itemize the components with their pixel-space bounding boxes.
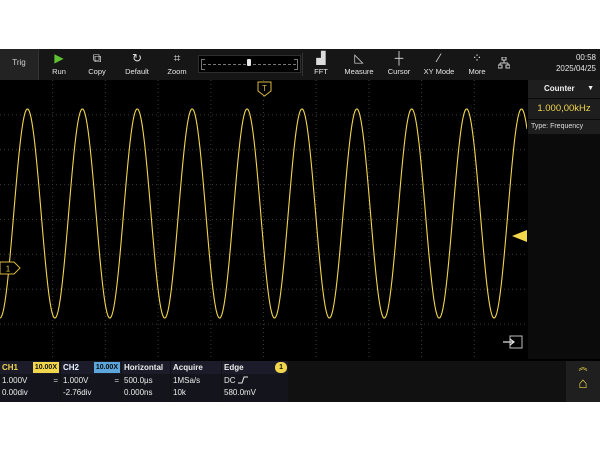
copy-button[interactable]: ⧉ Copy bbox=[80, 49, 114, 80]
ch1-coupling-icon: = bbox=[53, 376, 58, 385]
ch2-probe-badge: 10.00X bbox=[93, 362, 120, 373]
slider-right-bracket bbox=[294, 59, 298, 70]
chevron-down-icon: ▼ bbox=[587, 85, 594, 92]
ch2-header: CH2 10.00X bbox=[61, 361, 121, 374]
ch1-reference-marker[interactable]: 1 bbox=[0, 261, 21, 275]
waveform-canvas: T 1 2 bbox=[0, 80, 527, 359]
ch1-settings[interactable]: CH1 10.00X 1.000V = 0.00div bbox=[0, 361, 60, 402]
zoom-icon: ⌗ bbox=[173, 51, 181, 65]
copy-label: Copy bbox=[88, 67, 106, 76]
acquire-header: Acquire bbox=[171, 361, 221, 374]
trig-button[interactable]: Trig bbox=[0, 49, 39, 80]
ch2-coupling-icon: = bbox=[114, 376, 119, 385]
ch2-settings[interactable]: CH2 10.00X 1.000V = -2.76div bbox=[61, 361, 121, 402]
waveform-display[interactable]: T 1 2 bbox=[0, 80, 527, 359]
horizontal-timebase: 500.0µs bbox=[124, 376, 153, 385]
fft-button[interactable]: ▟ FFT bbox=[304, 49, 338, 80]
clock: 00:58 2025/04/25 bbox=[556, 52, 596, 74]
refresh-icon: ↻ bbox=[131, 51, 143, 65]
measure-icon: ◺ bbox=[354, 51, 364, 65]
more-label: More bbox=[468, 67, 486, 76]
horizontal-settings[interactable]: Horizontal 500.0µs 0.000ns bbox=[122, 361, 170, 402]
default-label: Default bbox=[125, 67, 149, 76]
counter-title: Counter bbox=[544, 84, 575, 93]
trigger-settings[interactable]: Edge 1 DC 580.0mV bbox=[222, 361, 288, 402]
grid bbox=[0, 80, 527, 359]
fft-icon: ▟ bbox=[316, 51, 326, 65]
clock-date: 2025/04/25 bbox=[555, 64, 596, 73]
xy-icon: ⁄ bbox=[437, 51, 440, 65]
trigger-coupling: DC bbox=[224, 376, 236, 385]
copy-icon: ⧉ bbox=[92, 51, 102, 65]
cursor-label: Cursor bbox=[387, 67, 411, 76]
run-label: Run bbox=[52, 67, 66, 76]
more-button[interactable]: ⁘ More bbox=[460, 49, 494, 80]
exit-icon[interactable] bbox=[503, 335, 523, 349]
fft-label: FFT bbox=[314, 67, 328, 76]
ch2-name: CH2 bbox=[63, 363, 80, 372]
oscilloscope-screen: Trig ▶ Run ⧉ Copy ↻ Default ⌗ Zoom ▟ FFT bbox=[0, 49, 600, 402]
toolbar-divider bbox=[302, 53, 303, 76]
xy-mode-button[interactable]: ⁄ XY Mode bbox=[420, 49, 458, 80]
acquire-rate: 1MSa/s bbox=[173, 376, 201, 385]
measure-button[interactable]: ◺ Measure bbox=[340, 49, 378, 80]
ch1-offset: 0.00div bbox=[2, 388, 28, 397]
rising-edge-icon bbox=[237, 376, 248, 385]
counter-dropdown[interactable]: Counter ▼ bbox=[528, 80, 600, 98]
counter-type: Type: Frequency bbox=[528, 120, 600, 134]
default-button[interactable]: ↻ Default bbox=[118, 49, 156, 80]
trigger-header: Edge 1 bbox=[222, 361, 288, 374]
more-icon: ⁘ bbox=[471, 51, 483, 65]
ch1-marker-label: 1 bbox=[6, 265, 11, 274]
zoom-label: Zoom bbox=[167, 67, 187, 76]
ch1-header: CH1 10.00X bbox=[0, 361, 60, 374]
trigger-position-marker[interactable]: T bbox=[257, 81, 272, 97]
home-icon: ⌂ bbox=[578, 375, 588, 392]
acquire-depth: 10k bbox=[173, 388, 186, 397]
zoom-button[interactable]: ⌗ Zoom bbox=[160, 49, 194, 80]
ch2-scale: 1.000V bbox=[63, 376, 89, 385]
slider-handle[interactable] bbox=[247, 59, 251, 66]
clock-time: 00:58 bbox=[575, 53, 596, 62]
counter-value: 1.000,00kHz bbox=[528, 99, 600, 119]
cursor-icon: ┼ bbox=[394, 51, 404, 65]
horizontal-header: Horizontal bbox=[122, 361, 170, 374]
side-panel: Counter ▼ 1.000,00kHz Type: Frequency bbox=[528, 80, 600, 359]
ch1-scale: 1.000V bbox=[2, 376, 28, 385]
timebase-position-slider[interactable] bbox=[198, 55, 301, 73]
top-toolbar: Trig ▶ Run ⧉ Copy ↻ Default ⌗ Zoom ▟ FFT bbox=[0, 49, 600, 80]
trigger-marker-label: T bbox=[262, 84, 267, 93]
horizontal-delay: 0.000ns bbox=[124, 388, 153, 397]
ch1-probe-badge: 10.00X bbox=[32, 362, 59, 373]
bottom-status-bar: CH1 10.00X 1.000V = 0.00div CH2 10.00X 1… bbox=[0, 361, 600, 402]
cursor-button[interactable]: ┼ Cursor bbox=[380, 49, 418, 80]
home-button[interactable]: ︽ ⌂ bbox=[566, 361, 600, 402]
chevron-up-icon: ︽ bbox=[578, 362, 588, 372]
play-icon: ▶ bbox=[54, 51, 64, 65]
run-button[interactable]: ▶ Run bbox=[44, 49, 74, 80]
ch2-offset: -2.76div bbox=[63, 388, 92, 397]
measure-label: Measure bbox=[344, 67, 374, 76]
trigger-mode: Edge bbox=[224, 363, 244, 372]
xy-mode-label: XY Mode bbox=[423, 67, 455, 76]
trigger-source-badge: 1 bbox=[275, 362, 287, 373]
acquire-settings[interactable]: Acquire 1MSa/s 10k bbox=[171, 361, 221, 402]
trigger-level: 580.0mV bbox=[224, 388, 257, 397]
network-icon bbox=[497, 56, 511, 71]
trigger-coupling-row: DC bbox=[224, 375, 248, 387]
trigger-level-marker[interactable] bbox=[512, 230, 527, 242]
ch1-name: CH1 bbox=[2, 363, 19, 372]
